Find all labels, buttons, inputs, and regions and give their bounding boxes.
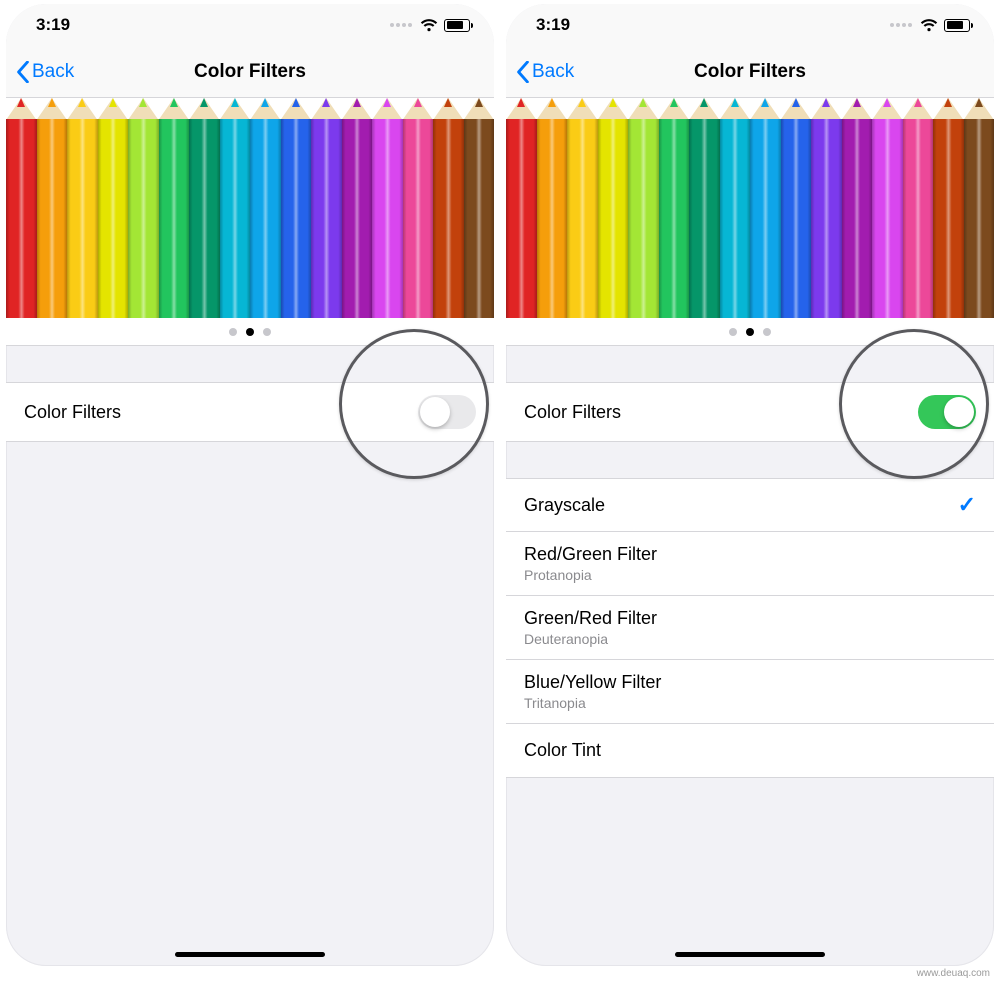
- filter-option-label: Red/Green Filter: [524, 544, 657, 565]
- home-indicator[interactable]: [675, 952, 825, 957]
- pencil: [933, 98, 964, 318]
- filter-option-row[interactable]: Color Tint: [506, 724, 994, 778]
- pencil: [159, 98, 190, 318]
- home-indicator[interactable]: [175, 952, 325, 957]
- page-dot[interactable]: [246, 328, 254, 336]
- page-dot[interactable]: [263, 328, 271, 336]
- color-filters-toggle-row[interactable]: Color Filters: [6, 382, 494, 442]
- checkmark-icon: ✓: [958, 492, 976, 518]
- filter-option-label: Grayscale: [524, 495, 605, 516]
- nav-header: Back Color Filters: [506, 46, 994, 98]
- page-title: Color Filters: [506, 61, 994, 83]
- pencil: [506, 98, 537, 318]
- pencil: [311, 98, 342, 318]
- pencil: [372, 98, 403, 318]
- filter-option-label: Color Tint: [524, 740, 601, 761]
- pencil: [781, 98, 812, 318]
- pencil: [98, 98, 129, 318]
- color-filters-toggle[interactable]: [918, 395, 976, 429]
- pencil: [598, 98, 629, 318]
- filter-option-label: Green/Red Filter: [524, 608, 657, 629]
- pencil: [537, 98, 568, 318]
- pencil: [567, 98, 598, 318]
- chevron-left-icon: [516, 61, 530, 83]
- pencil: [872, 98, 903, 318]
- pencil: [67, 98, 98, 318]
- pencil: [750, 98, 781, 318]
- pencil: [811, 98, 842, 318]
- pencil: [903, 98, 934, 318]
- page-dot[interactable]: [746, 328, 754, 336]
- nav-header: Back Color Filters: [6, 46, 494, 98]
- filter-option-row[interactable]: Red/Green Filter Protanopia: [506, 532, 994, 596]
- phone-screenshot-left: 3:19 Back Color Filters Color Filters: [6, 4, 494, 966]
- battery-icon: [444, 19, 470, 32]
- pencil: [964, 98, 995, 318]
- pencil: [464, 98, 495, 318]
- status-bar: 3:19: [6, 4, 494, 46]
- more-dots-icon: [390, 23, 412, 27]
- pencil: [220, 98, 251, 318]
- pencil: [689, 98, 720, 318]
- pencil: [281, 98, 312, 318]
- pencil: [250, 98, 281, 318]
- pencil: [6, 98, 37, 318]
- back-button[interactable]: Back: [506, 61, 574, 83]
- filter-option-sublabel: Protanopia: [524, 567, 657, 583]
- more-dots-icon: [890, 23, 912, 27]
- toggle-label: Color Filters: [524, 402, 621, 423]
- status-bar: 3:19: [506, 4, 994, 46]
- filter-option-row[interactable]: Grayscale ✓: [506, 478, 994, 532]
- page-title: Color Filters: [6, 61, 494, 83]
- pencil: [842, 98, 873, 318]
- phone-screenshot-right: 3:19 Back Color Filters Color Filters: [506, 4, 994, 966]
- pencil: [659, 98, 690, 318]
- back-button[interactable]: Back: [6, 61, 74, 83]
- chevron-left-icon: [16, 61, 30, 83]
- status-time: 3:19: [36, 15, 70, 35]
- pencil: [628, 98, 659, 318]
- filter-option-sublabel: Deuteranopia: [524, 631, 657, 647]
- back-label: Back: [32, 61, 74, 83]
- color-filters-toggle-row[interactable]: Color Filters: [506, 382, 994, 442]
- color-preview[interactable]: [506, 98, 994, 318]
- page-dot[interactable]: [729, 328, 737, 336]
- pencil: [433, 98, 464, 318]
- page-dot[interactable]: [229, 328, 237, 336]
- wifi-icon: [920, 19, 938, 32]
- filter-option-label: Blue/Yellow Filter: [524, 672, 661, 693]
- pencil: [342, 98, 373, 318]
- pencil: [37, 98, 68, 318]
- filter-option-row[interactable]: Green/Red Filter Deuteranopia: [506, 596, 994, 660]
- watermark: www.deuaq.com: [917, 968, 990, 979]
- pencil: [403, 98, 434, 318]
- wifi-icon: [420, 19, 438, 32]
- battery-icon: [944, 19, 970, 32]
- status-time: 3:19: [536, 15, 570, 35]
- pencil: [128, 98, 159, 318]
- page-dot[interactable]: [763, 328, 771, 336]
- color-preview[interactable]: [6, 98, 494, 318]
- page-indicator[interactable]: [506, 318, 994, 346]
- back-label: Back: [532, 61, 574, 83]
- filter-option-row[interactable]: Blue/Yellow Filter Tritanopia: [506, 660, 994, 724]
- filter-option-sublabel: Tritanopia: [524, 695, 661, 711]
- color-filters-toggle[interactable]: [418, 395, 476, 429]
- pencil: [720, 98, 751, 318]
- toggle-label: Color Filters: [24, 402, 121, 423]
- page-indicator[interactable]: [6, 318, 494, 346]
- pencil: [189, 98, 220, 318]
